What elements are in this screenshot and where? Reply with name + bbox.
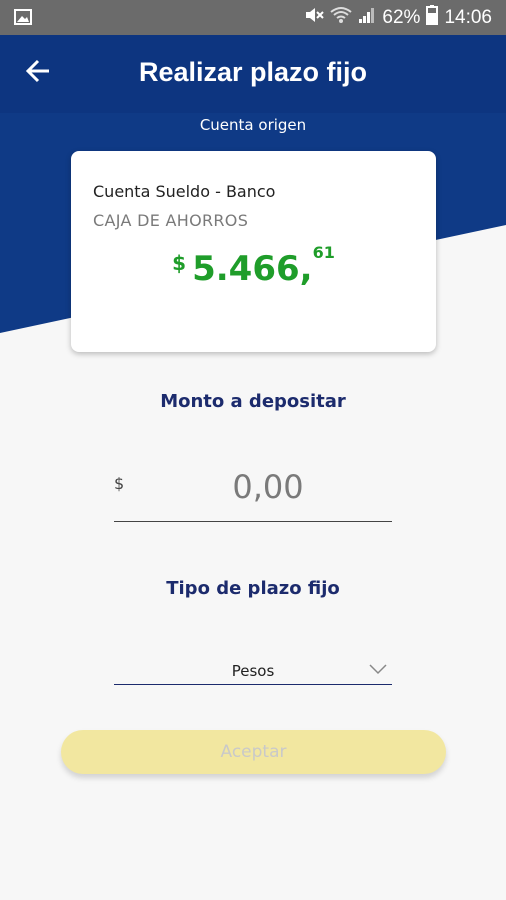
term-type-value: Pesos bbox=[231, 662, 275, 680]
source-account-label: Cuenta origen bbox=[199, 116, 307, 134]
amount-currency: $ bbox=[114, 474, 125, 493]
app-bar: Realizar plazo fijo bbox=[0, 35, 506, 113]
account-card[interactable]: Cuenta Sueldo - Banco CAJA DE AHORROS $5… bbox=[71, 151, 436, 352]
amount-field: $ bbox=[114, 456, 392, 522]
image-icon bbox=[14, 9, 32, 29]
wifi-icon bbox=[330, 6, 353, 30]
battery-percent: 62% bbox=[382, 6, 421, 28]
accept-button[interactable]: Aceptar bbox=[61, 730, 446, 774]
status-time: 14:06 bbox=[444, 6, 492, 28]
signal-icon bbox=[358, 6, 376, 30]
page-title: Realizar plazo fijo bbox=[138, 57, 368, 87]
status-bar: 62% 14:06 bbox=[0, 0, 506, 35]
account-type: CAJA DE AHORROS bbox=[93, 211, 249, 230]
chevron-down-icon bbox=[368, 660, 388, 679]
account-name: Cuenta Sueldo - Banco bbox=[93, 182, 276, 201]
balance-cents: 61 bbox=[312, 243, 335, 262]
balance-currency: $ bbox=[172, 251, 187, 275]
mute-icon bbox=[304, 6, 325, 30]
term-type-select[interactable]: Pesos bbox=[114, 652, 392, 685]
term-type-label: Tipo de plazo fijo bbox=[166, 578, 340, 599]
amount-input[interactable] bbox=[144, 460, 392, 514]
amount-label: Monto a depositar bbox=[160, 391, 346, 412]
battery-icon bbox=[426, 4, 439, 31]
balance-integer: 5.466, bbox=[192, 249, 313, 289]
account-balance: $5.466,61 bbox=[71, 243, 436, 289]
